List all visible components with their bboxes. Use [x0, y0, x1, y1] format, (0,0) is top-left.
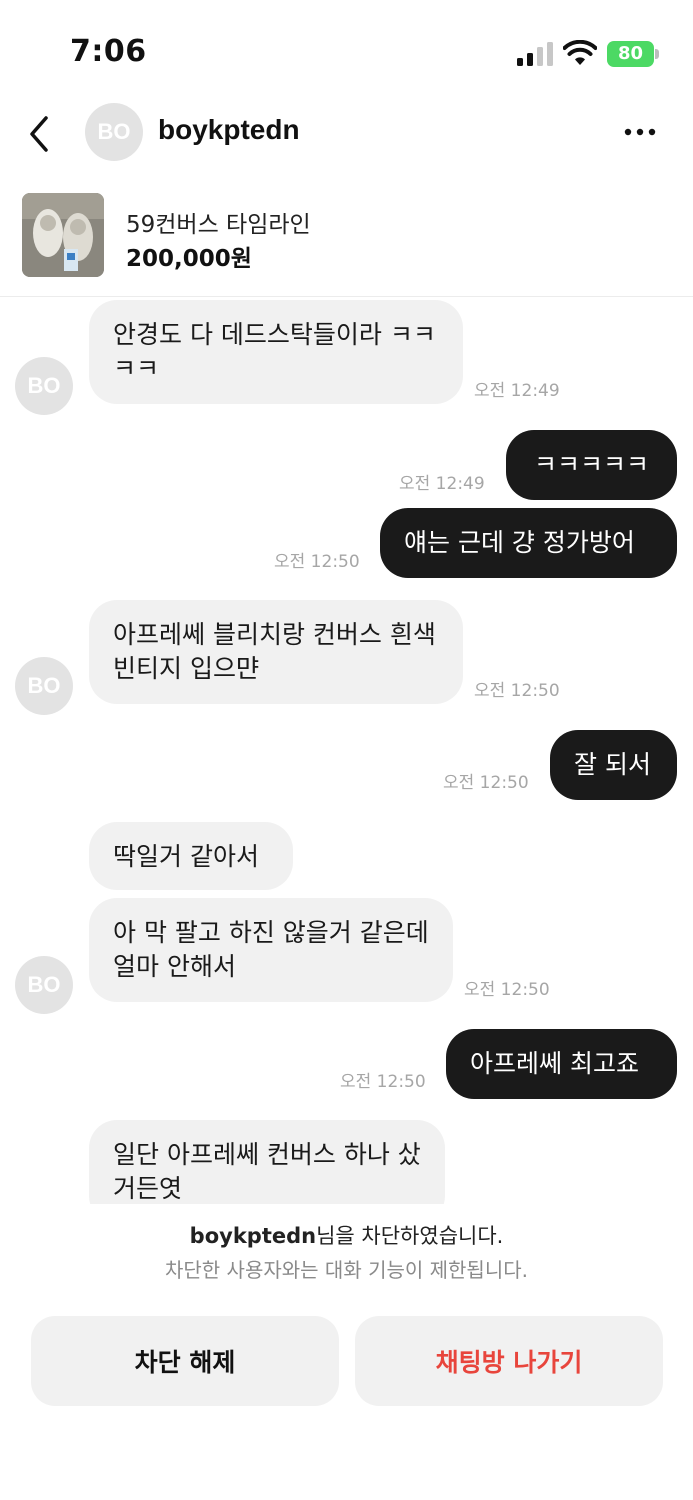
product-thumbnail[interactable]: [22, 193, 104, 277]
product-price: 200,000원: [126, 246, 252, 272]
sender-avatar[interactable]: BO: [15, 956, 73, 1014]
message-time: 오전 12:50: [340, 1072, 426, 1092]
leave-chat-button[interactable]: 채팅방 나가기: [355, 1316, 663, 1406]
battery-indicator: 80: [607, 41, 659, 67]
chat-partner-name[interactable]: boykptedn: [158, 114, 300, 146]
incoming-message[interactable]: 일단 아프레쎄 컨버스 하나 샀거든엿: [89, 1120, 445, 1204]
message-time: 오전 12:49: [399, 474, 485, 494]
blocked-username: boykptedn: [189, 1224, 317, 1248]
sender-avatar[interactable]: BO: [15, 357, 73, 415]
block-notice-suffix: 님을 차단하였습니다.: [316, 1224, 504, 1248]
battery-level: 80: [617, 43, 644, 64]
product-bar[interactable]: 59컨버스 타임라인 200,000원: [0, 185, 693, 297]
message-time: 오전 12:50: [474, 681, 560, 701]
unblock-button[interactable]: 차단 해제: [31, 1316, 339, 1406]
sender-avatar[interactable]: BO: [15, 657, 73, 715]
outgoing-message[interactable]: 잘 되서: [550, 730, 677, 800]
block-notice: boykptedn님을 차단하였습니다. 차단한 사용자와는 대화 기능이 제한…: [0, 1204, 693, 1500]
more-horizontal-icon[interactable]: [620, 122, 660, 142]
chat-messages[interactable]: 안경도 다 데드스탁들이라 ㅋㅋㅋㅋ BO 오전 12:49 오전 12:49 …: [0, 298, 693, 1204]
incoming-message[interactable]: 아 막 팔고 하진 않을거 같은데 얼마 안해서: [89, 898, 453, 1002]
header-avatar[interactable]: BO: [85, 103, 143, 161]
message-time: 오전 12:49: [474, 381, 560, 401]
status-time: 7:06: [70, 34, 147, 69]
outgoing-message[interactable]: ㅋㅋㅋㅋㅋ: [506, 430, 677, 500]
incoming-message[interactable]: 딱일거 같아서: [89, 822, 293, 890]
block-notice-description: 차단한 사용자와는 대화 기능이 제한됩니다.: [165, 1258, 528, 1282]
product-title: 59컨버스 타임라인: [126, 212, 311, 238]
chat-header: BO boykptedn: [0, 100, 693, 170]
message-time: 오전 12:50: [274, 552, 360, 572]
outgoing-message[interactable]: 아프레쎄 최고죠: [446, 1029, 677, 1099]
status-bar: 7:06 80: [0, 0, 693, 100]
outgoing-message[interactable]: 얘는 근데 걍 정가방어: [380, 508, 677, 578]
message-time: 오전 12:50: [464, 980, 550, 1000]
incoming-message[interactable]: 아프레쎄 블리치랑 컨버스 흰색 빈티지 입으먄: [89, 600, 463, 704]
block-notice-title: boykptedn님을 차단하였습니다.: [0, 1220, 693, 1250]
cellular-signal-icon: [517, 42, 553, 66]
incoming-message[interactable]: 안경도 다 데드스탁들이라 ㅋㅋㅋㅋ: [89, 300, 463, 404]
message-time: 오전 12:50: [443, 773, 529, 793]
wifi-icon: [563, 40, 597, 65]
chevron-left-icon[interactable]: [24, 112, 56, 156]
battery-cap: [655, 49, 659, 59]
